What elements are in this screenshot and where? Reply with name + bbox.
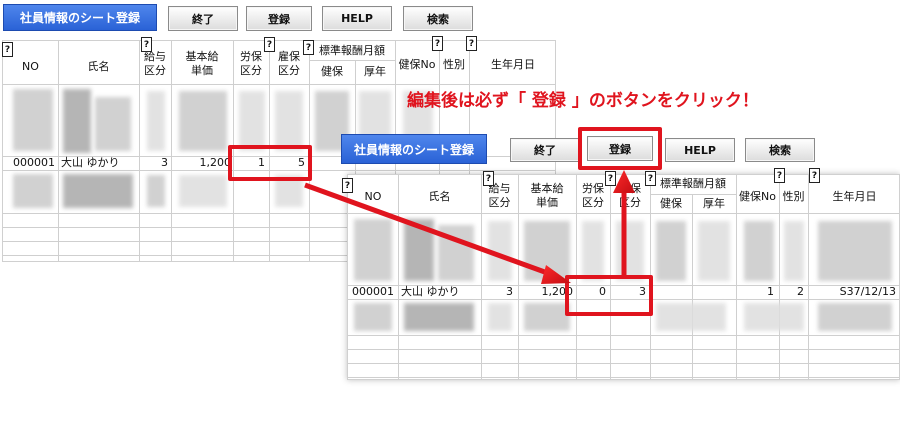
row-salary-class[interactable]: 3	[139, 156, 168, 170]
col-header-birthdate: 生年月日	[491, 58, 535, 71]
blurred-data	[354, 219, 392, 281]
blurred-data	[13, 174, 53, 208]
blurred-data	[744, 303, 804, 331]
col-header-gender: 性別	[443, 58, 465, 71]
col-header-health-no: 健保No	[398, 58, 436, 71]
row-health-no[interactable]: 1	[736, 285, 774, 299]
blurred-data	[179, 175, 227, 207]
front-window: 社員情報のシート登録 終了 登録 HELP 検索 NO 氏名 給与 区分 基本給…	[335, 127, 900, 382]
blurred-data	[524, 221, 570, 281]
col-header-base-pay: 基本給 単価	[185, 50, 219, 77]
help-mark[interactable]: ?	[2, 42, 13, 57]
blurred-data	[13, 89, 53, 151]
blurred-data	[63, 89, 91, 153]
blurred-data	[239, 91, 265, 151]
help-mark[interactable]: ?	[483, 171, 494, 186]
blurred-data	[818, 303, 892, 331]
blurred-data	[784, 221, 804, 281]
blurred-data	[95, 97, 131, 151]
help-button[interactable]: HELP	[322, 6, 392, 31]
col-header-gender: 性別	[782, 190, 805, 203]
help-mark[interactable]: ?	[342, 178, 353, 193]
blurred-data	[438, 225, 474, 281]
help-mark[interactable]: ?	[303, 40, 314, 55]
blurred-data	[488, 221, 512, 281]
blurred-data	[656, 303, 726, 331]
help-mark[interactable]: ?	[466, 36, 477, 51]
row-birthdate[interactable]: S37/12/13	[808, 285, 896, 299]
blurred-data	[147, 91, 165, 151]
before-edit-highlight	[228, 145, 312, 181]
sheet-title-button[interactable]: 社員情報のシート登録	[341, 134, 487, 164]
col-header-labor-ins: 労保 区分	[240, 50, 262, 77]
blurred-data	[744, 221, 774, 281]
help-mark[interactable]: ?	[774, 168, 785, 183]
row-no[interactable]: 000001	[13, 156, 55, 170]
col-header-pension: 厚年	[703, 197, 725, 210]
col-header-name: 氏名	[87, 60, 110, 73]
help-button[interactable]: HELP	[665, 138, 735, 162]
instruction-annotation: 編集後は必ず「 登録 」のボタンをクリック！	[407, 91, 759, 111]
help-mark[interactable]: ?	[809, 168, 820, 183]
blurred-data	[179, 91, 227, 151]
blurred-data	[698, 221, 730, 281]
col-header-employ-ins: 雇保 区分	[619, 182, 641, 209]
exit-button[interactable]: 終了	[168, 6, 238, 31]
col-header-health: 健保	[660, 197, 682, 210]
col-header-name: 氏名	[428, 190, 451, 203]
blurred-data	[147, 175, 165, 207]
blurred-data	[616, 221, 644, 281]
register-button[interactable]: 登録	[246, 6, 312, 31]
blurred-data	[488, 303, 512, 331]
help-mark[interactable]: ?	[141, 37, 152, 52]
help-mark[interactable]: ?	[605, 171, 616, 186]
help-mark[interactable]: ?	[432, 36, 443, 51]
col-header-salary-class: 給与 区分	[144, 50, 166, 77]
blurred-data	[656, 221, 686, 281]
col-header-no: NO	[22, 60, 39, 73]
search-button[interactable]: 検索	[745, 138, 815, 162]
blurred-data	[582, 221, 604, 281]
col-header-std-remuneration: 標準報酬月額	[319, 44, 385, 57]
exit-button[interactable]: 終了	[510, 138, 580, 162]
col-header-birthdate: 生年月日	[832, 190, 877, 203]
row-name[interactable]: 大山 ゆかり	[401, 285, 460, 299]
blurred-data	[63, 174, 133, 208]
blurred-data	[404, 303, 474, 331]
col-header-pension: 厚年	[364, 65, 386, 78]
row-base-pay[interactable]: 1,200	[171, 156, 232, 170]
register-button-highlight	[578, 127, 662, 170]
help-mark[interactable]: ?	[645, 171, 656, 186]
help-mark[interactable]: ?	[264, 37, 275, 52]
row-name[interactable]: 大山 ゆかり	[61, 156, 120, 170]
col-header-health-no: 健保No	[739, 190, 776, 203]
row-gender[interactable]: 2	[779, 285, 804, 299]
search-button[interactable]: 検索	[403, 6, 473, 31]
blurred-data	[354, 303, 392, 331]
after-edit-highlight	[565, 275, 653, 316]
blurred-data	[404, 219, 434, 281]
blurred-data	[818, 221, 892, 281]
col-header-base-pay: 基本給 単価	[530, 182, 564, 209]
sheet-title-button[interactable]: 社員情報のシート登録	[3, 4, 157, 31]
row-no[interactable]: 000001	[352, 285, 394, 299]
row-salary-class[interactable]: 3	[481, 285, 513, 299]
col-header-std-remuneration: 標準報酬月額	[660, 177, 726, 190]
col-header-no: NO	[364, 190, 382, 203]
blurred-data	[524, 303, 570, 331]
blurred-data	[275, 91, 303, 151]
col-header-health: 健保	[321, 65, 343, 78]
